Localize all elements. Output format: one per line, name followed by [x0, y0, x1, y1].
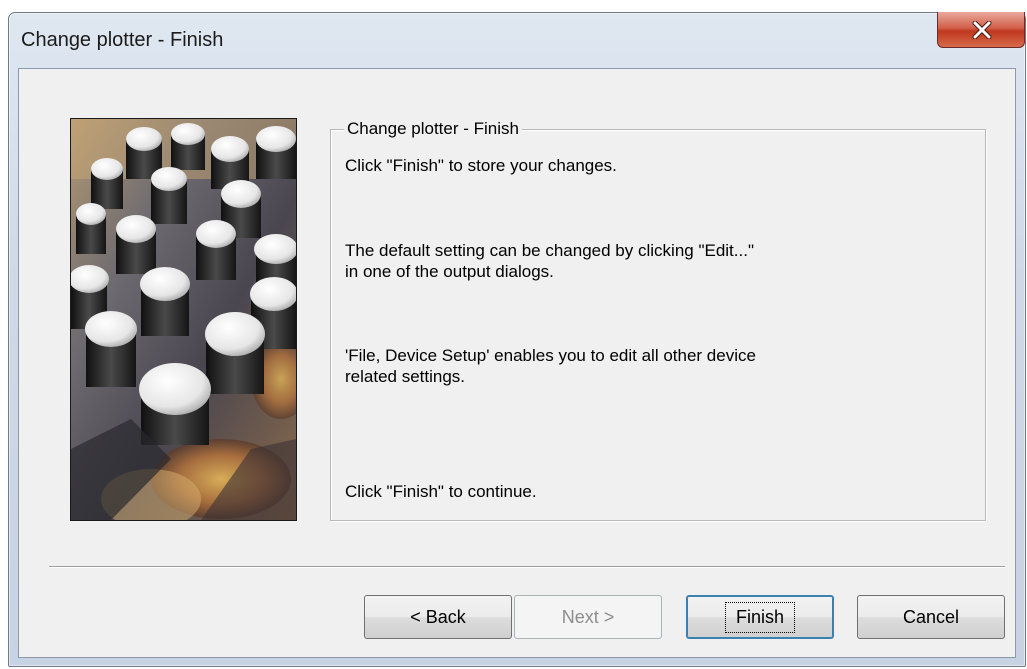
finish-button[interactable]: Finish: [686, 595, 834, 639]
title-bar[interactable]: Change plotter - Finish: [9, 12, 1025, 67]
button-separator: [49, 566, 1005, 568]
dialog-client-area: Change plotter - Finish Click "Finish" t…: [18, 68, 1016, 658]
instruction-text-3a: 'File, Device Setup' enables you to edit…: [345, 346, 756, 365]
cancel-button[interactable]: Cancel: [857, 595, 1005, 639]
back-button-label: < Back: [410, 606, 466, 627]
instruction-text-3b: related settings.: [345, 367, 466, 386]
lenses-illustration: [71, 119, 296, 520]
info-groupbox: [330, 129, 986, 521]
next-button[interactable]: Next >: [514, 595, 662, 639]
back-button[interactable]: < Back: [364, 595, 512, 639]
instruction-text-1: Click "Finish" to store your changes.: [345, 156, 617, 175]
next-button-label: Next >: [561, 606, 615, 627]
window-title: Change plotter - Finish: [21, 29, 224, 51]
close-button[interactable]: [937, 12, 1025, 48]
instruction-text-2a: The default setting can be changed by cl…: [345, 241, 754, 260]
wizard-image: [70, 118, 297, 521]
instruction-text-2b: in one of the output dialogs.: [345, 262, 554, 281]
finish-button-label: Finish: [724, 601, 795, 633]
instruction-text-4: Click "Finish" to continue.: [345, 482, 537, 501]
close-icon: [972, 21, 992, 39]
cancel-button-label: Cancel: [902, 606, 960, 627]
groupbox-title: Change plotter - Finish: [344, 119, 522, 139]
dialog-window: Change plotter - Finish Change plotter -…: [8, 12, 1026, 667]
